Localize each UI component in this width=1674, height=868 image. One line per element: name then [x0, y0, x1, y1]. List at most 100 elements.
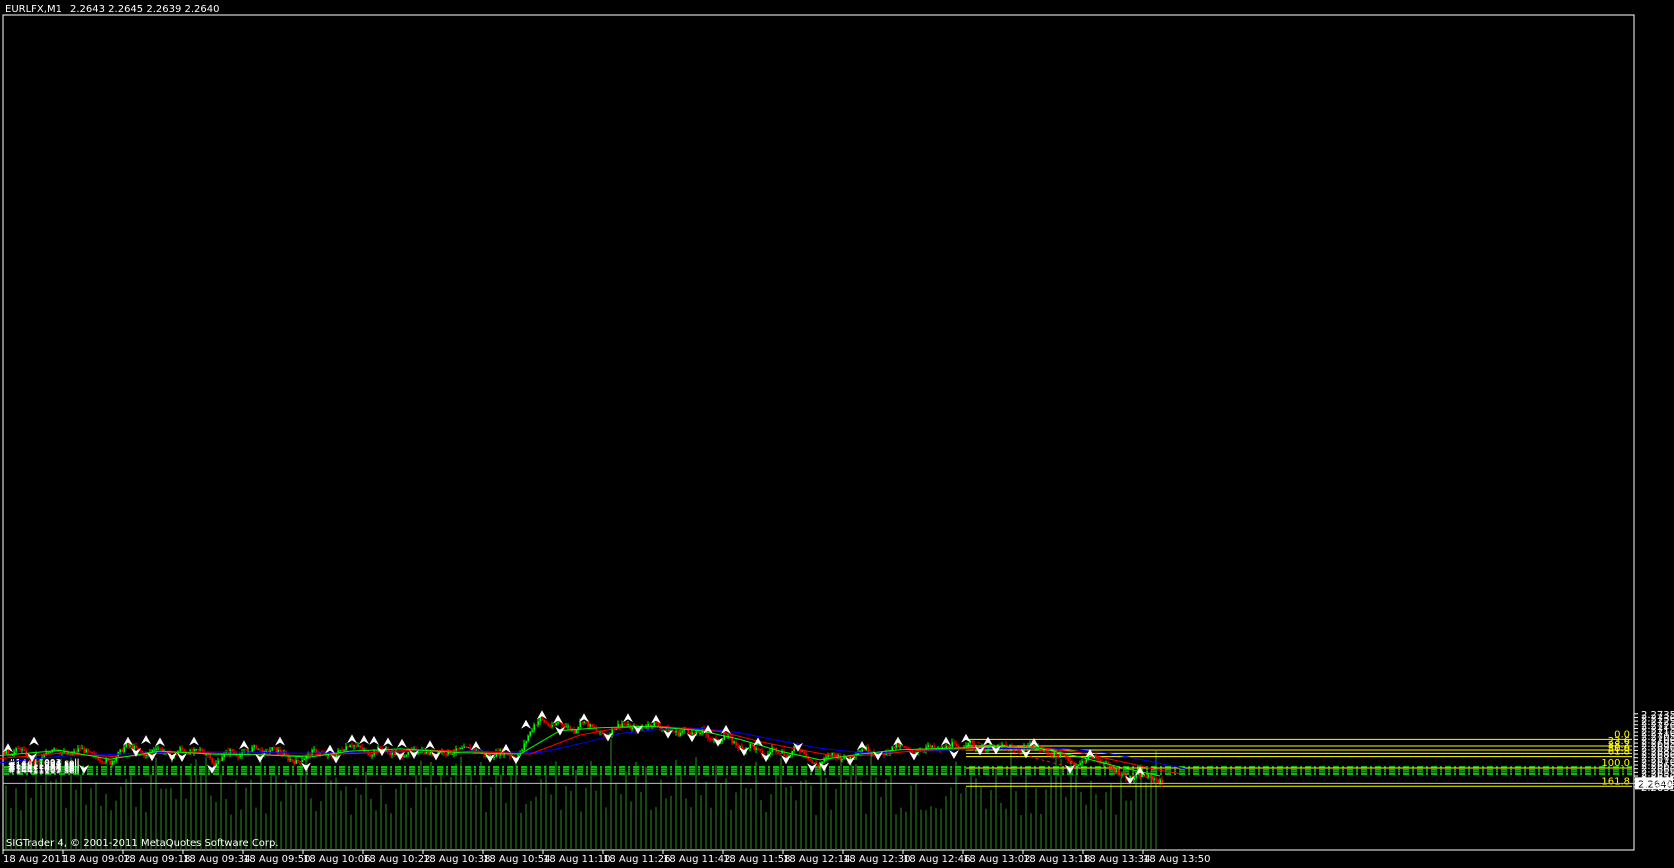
- candle-body: [905, 747, 907, 749]
- candle-body: [209, 754, 211, 759]
- candle-body: [133, 745, 135, 750]
- candle-body: [217, 760, 219, 764]
- candle-body: [313, 749, 315, 751]
- candle-body: [89, 751, 91, 753]
- candle-body: [547, 723, 549, 726]
- candle-body: [1123, 774, 1125, 776]
- candle-body: [275, 747, 277, 753]
- candle-body: [419, 751, 421, 753]
- candle-body: [1005, 744, 1007, 746]
- candle-body: [861, 749, 863, 752]
- candle-body: [929, 744, 931, 748]
- x-tick-label: 18 Aug 13:50: [1143, 854, 1210, 865]
- candle-body: [345, 746, 347, 751]
- candle-body: [295, 760, 297, 764]
- candle-body: [507, 754, 509, 756]
- candle-body: [457, 748, 459, 750]
- candle-body: [809, 759, 811, 761]
- candle-body: [893, 746, 895, 748]
- x-tick-label: 18 Aug 2011: [3, 854, 67, 865]
- candle-body: [1041, 749, 1043, 751]
- candle-body: [1069, 760, 1071, 762]
- candle-body: [159, 748, 161, 750]
- candle-body: [127, 743, 129, 746]
- candle-body: [137, 748, 139, 750]
- candle-body: [535, 724, 537, 726]
- candle-body: [811, 760, 813, 763]
- candle-body: [525, 741, 527, 744]
- candle-body: [21, 749, 23, 751]
- candle-body: [913, 752, 915, 754]
- candle-body: [293, 760, 295, 764]
- candle-body: [1067, 757, 1069, 761]
- candle-body: [1003, 744, 1005, 746]
- candle-body: [379, 747, 381, 749]
- x-tick-label: 18 Aug 10:06: [303, 854, 370, 865]
- candle-body: [1075, 765, 1077, 767]
- candle-body: [1121, 774, 1123, 776]
- ohlc-readout: 2.2643 2.2645 2.2639 2.2640: [70, 4, 220, 15]
- candle-body: [253, 745, 255, 748]
- candle-body: [751, 743, 753, 746]
- candle-body: [529, 731, 531, 736]
- x-tick-label: 18 Aug 10:22: [363, 854, 430, 865]
- candle-body: [405, 754, 407, 757]
- candle-body: [817, 764, 819, 767]
- candle-body: [625, 724, 627, 726]
- x-tick-label: 18 Aug 13:34: [1083, 854, 1150, 865]
- x-tick-label: 18 Aug 11:42: [663, 854, 730, 865]
- candle-body: [1151, 776, 1153, 780]
- candle-body: [697, 731, 699, 734]
- candle-body: [643, 727, 645, 729]
- candle-body: [753, 745, 755, 750]
- candle-body: [465, 746, 467, 748]
- candle-body: [989, 744, 991, 747]
- candle-body: [297, 760, 299, 762]
- x-tick-label: 18 Aug 13:02: [963, 854, 1030, 865]
- candle-body: [355, 745, 357, 747]
- candle-body: [351, 745, 353, 747]
- candle-body: [121, 749, 123, 752]
- candle-body: [467, 747, 469, 749]
- candle-body: [655, 721, 657, 724]
- candle-body: [369, 755, 371, 757]
- candle-body: [951, 742, 953, 748]
- x-tick-label: 18 Aug 12:46: [903, 854, 970, 865]
- candle-body: [791, 750, 793, 756]
- candle-body: [985, 749, 987, 751]
- candle-body: [279, 749, 281, 753]
- candle-body: [463, 746, 465, 748]
- candle-body: [1047, 751, 1049, 754]
- candle-body: [1001, 744, 1003, 746]
- candle-body: [953, 742, 955, 744]
- candle-body: [459, 748, 461, 750]
- candle-body: [83, 748, 85, 753]
- candle-body: [1097, 758, 1099, 760]
- candle-body: [151, 749, 153, 752]
- candle-body: [119, 749, 121, 753]
- candle-body: [79, 748, 81, 750]
- candle-body: [897, 742, 899, 747]
- candle-body: [679, 732, 681, 736]
- candle-body: [211, 758, 213, 763]
- candle-body: [833, 752, 835, 755]
- candle-body: [777, 752, 779, 754]
- candle-body: [673, 731, 675, 733]
- x-tick-label: 18 Aug 11:58: [723, 854, 790, 865]
- candle-body: [735, 741, 737, 746]
- candle-body: [709, 738, 711, 740]
- candle-body: [11, 754, 13, 757]
- x-tick-label: 18 Aug 09:50: [243, 854, 310, 865]
- candle-body: [575, 729, 577, 733]
- candle-body: [579, 721, 581, 727]
- price-chart[interactable]: #14411093 sell#14411094 sell#14411091 se…: [0, 0, 1674, 868]
- candle-body: [537, 721, 539, 725]
- candle-body: [587, 721, 589, 727]
- candle-body: [461, 747, 463, 749]
- candle-body: [123, 747, 125, 752]
- candle-body: [195, 749, 197, 751]
- candle-body: [273, 747, 275, 749]
- candle-body: [469, 747, 471, 750]
- candle-body: [291, 759, 293, 761]
- candle-body: [867, 746, 869, 752]
